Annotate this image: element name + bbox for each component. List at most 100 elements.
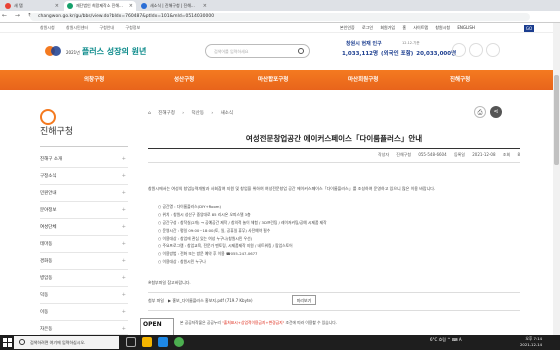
url-field[interactable]: changwon.go.kr/gu/bbs/view.do?bIdx=76048… (30, 13, 530, 21)
expand-icon: + (121, 156, 126, 162)
util-link[interactable]: 본인인증 (340, 25, 355, 30)
windows-start-icon[interactable] (2, 337, 12, 347)
util-link[interactable]: ENGLISH (457, 25, 475, 30)
page-scrollbar[interactable] (553, 23, 560, 335)
expand-icon: + (121, 309, 126, 315)
task-view-icon[interactable] (126, 337, 136, 347)
file-explorer-icon[interactable] (142, 337, 152, 347)
bullet-line: ○ 위치 : 창원시 성산구 중앙대로 85 리시온 오피스텔 3층 (158, 211, 251, 217)
print-icon[interactable]: ⎙ (474, 106, 486, 118)
chevron-right-icon: › (211, 111, 214, 116)
lnb-item[interactable]: 민원안내 + (40, 185, 128, 202)
close-tab-icon[interactable]: × (203, 1, 207, 11)
gnb-item[interactable]: 성산구청 (174, 70, 194, 90)
bullet-line: ○ 주요프로그램 : 창업교육, 전문가 멘토링, 시제품제작 지원 / 네트워… (158, 243, 293, 249)
browser-tab[interactable]: 새 탭 × (2, 1, 62, 11)
post-date: 2021-12-08 (472, 152, 496, 157)
scrollbar-thumb[interactable] (554, 75, 559, 165)
lnb-title: 진해구청 (40, 127, 74, 137)
quick-link-icon[interactable] (452, 43, 466, 57)
divider (148, 310, 520, 311)
post-meta: 작성자 진해구청 055-548-6604 등록일 2021-12-08 조회 … (377, 152, 520, 157)
utility-links-right: 본인인증 로그인 회원가입 홈 사이트맵 창원시청 ENGLISH (340, 25, 481, 31)
post-title: 여성전문창업공간 에이커스페이스「다이룸플러스」안내 (245, 134, 423, 143)
bullet-line: ○ 운영시간 : 평일 09:00~18:00(토, 일, 공휴일 휴무) 사전… (158, 227, 271, 233)
close-tab-icon[interactable]: × (129, 1, 133, 11)
lnb-item[interactable]: 병암동 + (40, 270, 128, 287)
gnb-item[interactable]: 의창구청 (84, 70, 104, 90)
site-logo[interactable]: 2021년 플러스 성장의 원년 (44, 40, 204, 62)
site-search-input[interactable]: 검색어를 입력하세요 (205, 44, 310, 58)
logo-text: 플러스 성장의 원년 (81, 47, 147, 56)
logo-mark-icon (45, 46, 61, 56)
browser-tab-active[interactable]: 재단법인 희망제작소 진해... × (64, 1, 136, 11)
utility-links-left: 창원시청 창원시민센터 구청안내 구청정보 (40, 25, 150, 31)
population-date: 12.12.기준 (402, 41, 420, 45)
lnb-item[interactable]: 여성단체 + (40, 219, 128, 236)
breadcrumb: ⌂ 진해구청 › 덕산동 › 새소식 (148, 110, 239, 116)
lnb-item[interactable]: 이동 + (40, 304, 128, 321)
browser-tab-bar: 새 탭 × 재단법인 희망제작소 진해... × 새소식 | 진해구청 | 진해… (0, 0, 560, 11)
population-title: 창원시 현재 인구 (346, 41, 382, 47)
language-go-button[interactable]: GO (524, 25, 534, 32)
util-link[interactable]: 구청안내 (99, 25, 114, 30)
post-bullets: ○ 공간명 : 다이룸플러스(DIY+Room) ○ 위치 : 창원시 성산구 … (158, 203, 518, 266)
gnb-item[interactable]: 마산합포구청 (258, 70, 288, 90)
quick-link-icon[interactable] (469, 43, 483, 57)
quick-icons (452, 42, 503, 61)
expand-icon: + (121, 275, 126, 281)
util-link[interactable]: 사이트맵 (413, 25, 428, 30)
share-icon[interactable]: ⋖ (490, 106, 502, 118)
district-icon (40, 109, 56, 125)
breadcrumb-item[interactable]: 진해구청 (158, 111, 175, 116)
util-link[interactable]: 창원시청 (435, 25, 450, 30)
lnb-item[interactable]: 분야정보 + (40, 202, 128, 219)
search-icon[interactable] (298, 48, 304, 54)
quick-link-icon[interactable] (486, 43, 500, 57)
attachment-link[interactable]: ▶ 홍보_다이룸플러스 홍보지.pdf (719.7 Kbyte) (168, 298, 253, 304)
lnb-item[interactable]: 진해구 소개 + (40, 151, 128, 168)
population-values: 1,033,112명 (외국인 포함) 20,033,000명 (342, 51, 457, 57)
gnb-item[interactable]: 진해구청 (450, 70, 470, 90)
breadcrumb-item[interactable]: 새소식 (221, 111, 233, 116)
expand-icon: + (121, 258, 126, 264)
reference-note: ※첨부파일 참고바랍니다. (148, 280, 191, 285)
lnb-item[interactable]: 경화동 + (40, 253, 128, 270)
preview-button[interactable]: 미리보기 (292, 295, 316, 305)
bullet-line: ○ 이용방법 : 전화 또는 방문 예약 후 이용 ☎055-247-0677 (158, 251, 258, 257)
logo-year: 2021년 (66, 50, 80, 55)
taskbar-search-input[interactable]: 검색하려면 여기에 입력하십시오. (14, 336, 119, 349)
util-link[interactable]: 로그인 (362, 25, 373, 30)
util-link[interactable]: 회원가입 (380, 25, 395, 30)
system-tray[interactable]: 6°C 흐림 ^ ⌨ A (430, 337, 462, 343)
util-link[interactable]: 홈 (402, 25, 406, 30)
util-link[interactable]: 창원시민센터 (66, 25, 88, 30)
post-views: 8 (517, 152, 520, 157)
lnb-item[interactable]: 구정소식 + (40, 168, 128, 185)
global-nav: 의창구청 성산구청 마산합포구청 마산회원구청 진해구청 (0, 70, 560, 90)
lnb-item[interactable]: 테마동 + (40, 236, 128, 253)
search-icon (19, 339, 25, 345)
expand-icon: + (121, 292, 126, 298)
lnb-item[interactable]: 덕동 + (40, 287, 128, 304)
gnb-item[interactable]: 마산회원구청 (348, 70, 378, 90)
util-link[interactable]: 창원시청 (40, 25, 55, 30)
breadcrumb-item[interactable]: 덕산동 (192, 111, 204, 116)
post-writer: 진해구청 (396, 152, 412, 157)
lnb-item[interactable]: 자은동 + (40, 321, 128, 335)
favicon-icon (141, 3, 147, 9)
edge-icon[interactable] (158, 337, 168, 347)
expand-icon: + (121, 207, 126, 213)
browser-tab[interactable]: 새소식 | 진해구청 | 진해... × (138, 1, 210, 11)
home-icon[interactable]: ⌂ (148, 111, 151, 116)
kogl-license-badge: OPEN (140, 318, 174, 336)
bullet-line: ○ 이용대상 : 창업에 관심 있는 여성 누구나(창원시민 우선) (158, 235, 253, 241)
taskbar-clock[interactable]: 오후 7:14 2021-12-14 (520, 336, 542, 348)
chrome-icon[interactable] (174, 337, 184, 347)
close-tab-icon[interactable]: × (55, 1, 59, 11)
divider (148, 292, 520, 293)
post-intro: 창원시에서는 여성의 창업능력개발과 사회참여 지원 및 창업을 위하여 여성전… (148, 186, 436, 191)
util-link[interactable]: 구청정보 (125, 25, 140, 30)
attachment-label: 첨부 파일 (148, 298, 164, 303)
favicon-icon (67, 3, 73, 9)
